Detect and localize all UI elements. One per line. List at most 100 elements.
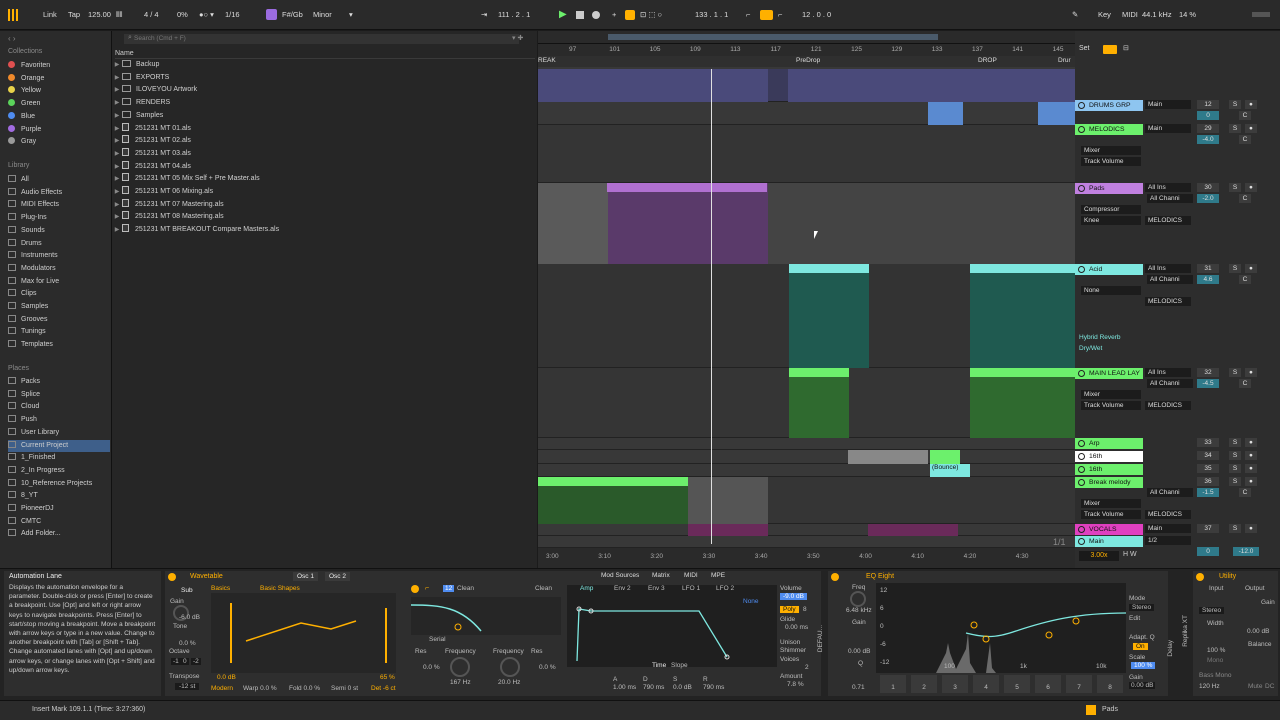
locator-ruler[interactable]: REAK PreDrop DROP Drur (538, 56, 1075, 67)
clip[interactable] (768, 183, 1075, 264)
automation-param-dropdown[interactable]: Knee (1081, 216, 1141, 225)
eq-band-button[interactable]: 3 (942, 675, 968, 693)
hw-toggle[interactable]: H W (1123, 551, 1137, 558)
scale-field[interactable]: Minor (313, 9, 332, 21)
filter-display[interactable] (410, 597, 561, 635)
eq-adaptq-button[interactable]: On (1133, 643, 1148, 650)
send-button[interactable]: C (1239, 379, 1251, 388)
input-type-dropdown[interactable]: Main (1145, 100, 1191, 109)
input-type-dropdown[interactable]: All Ins (1145, 368, 1191, 377)
octave-button[interactable]: -1 (171, 658, 181, 665)
expand-icon[interactable]: ▶ (112, 110, 122, 123)
arm-button[interactable]: ● (1245, 264, 1257, 273)
amount-value[interactable]: 7.8 % (787, 681, 804, 688)
sidebar-item-collection[interactable]: Gray (8, 136, 110, 148)
expand-icon[interactable]: ▶ (112, 84, 122, 97)
file-row[interactable]: ▶ 251231 MT 07 Mastering.als (112, 198, 537, 212)
sidebar-item-library[interactable]: Tunings (8, 326, 110, 338)
overdub-icon[interactable]: + (612, 9, 616, 21)
key-map-button[interactable]: Key (1098, 9, 1111, 21)
arm-button[interactable]: ● (1245, 524, 1257, 533)
unison-mode[interactable]: Shimmer (780, 647, 806, 654)
locator-label[interactable]: Drur (1058, 57, 1071, 64)
clip[interactable] (868, 524, 958, 536)
osc2-tab[interactable]: Osc 2 (325, 572, 350, 581)
utility-mute-button[interactable]: Mute (1248, 683, 1262, 690)
file-row[interactable]: ▶ Samples (112, 110, 537, 123)
sidebar-item-place[interactable]: 8_YT (8, 490, 110, 502)
clip[interactable] (928, 102, 963, 125)
track-header[interactable]: DRUMS GRP (1075, 100, 1143, 111)
sidebar-item-place[interactable]: 10_Reference Projects (8, 478, 110, 490)
clip[interactable] (1038, 102, 1075, 125)
octave-button[interactable]: 0 (181, 658, 189, 665)
eq-band-button[interactable]: 2 (911, 675, 937, 693)
input-type-dropdown[interactable]: All Ins (1145, 264, 1191, 273)
scale-mode-icon[interactable] (266, 9, 277, 20)
file-row[interactable]: ▶ 251231 MT 05 Mix Self + Pre Master.als (112, 173, 537, 186)
track-pan[interactable]: -12.0 (1233, 547, 1259, 556)
fold-value[interactable]: Fold 0.0 % (289, 685, 320, 692)
utility-stereo-dropdown[interactable]: Stereo (1199, 607, 1225, 614)
eq-q-value[interactable]: 0.71 (852, 684, 865, 691)
sidebar-item-collection[interactable]: Favoriten (8, 60, 110, 72)
track-volume[interactable]: -2.0 (1197, 194, 1219, 203)
expand-icon[interactable]: ▶ (112, 199, 122, 212)
automation-param-dropdown[interactable]: Track Volume (1081, 401, 1141, 410)
eq-outgain-value[interactable]: 0.00 dB (1129, 682, 1156, 689)
clip[interactable] (688, 477, 768, 524)
file-row[interactable]: ▶ ILOVEYOU Artwork (112, 84, 537, 97)
track-activator-icon[interactable] (1078, 440, 1085, 447)
track-activator-icon[interactable] (1078, 102, 1085, 109)
clip[interactable] (538, 183, 608, 264)
track-lane[interactable] (538, 183, 1075, 264)
clip[interactable] (930, 450, 960, 464)
track-lane[interactable] (538, 368, 1075, 438)
search-input[interactable]: Search (Cmd + F) (124, 34, 519, 44)
sidebar-item-collection[interactable]: Blue (8, 111, 110, 123)
voices-value[interactable]: 2 (805, 664, 809, 671)
locator-label[interactable]: DROP (978, 57, 997, 64)
play-button[interactable]: ▶ (559, 9, 567, 21)
lock-icon[interactable]: ⊟ (1123, 44, 1129, 52)
automation-device-dropdown[interactable]: Compressor (1081, 205, 1141, 214)
env-tab[interactable]: LFO 1 (682, 585, 700, 592)
scale-dropdown-icon[interactable]: ▾ (349, 9, 353, 21)
automation-device-dropdown[interactable]: Mixer (1081, 390, 1141, 399)
eq-scale-value[interactable]: 100 % (1131, 662, 1156, 669)
track-volume[interactable]: -4.0 (1197, 135, 1219, 144)
file-row[interactable]: ▶ EXPORTS (112, 72, 537, 85)
tone-value[interactable]: 0.0 % (179, 640, 196, 647)
expand-icon[interactable]: ▶ (112, 224, 122, 237)
automation-device-dropdown[interactable]: Mixer (1081, 499, 1141, 508)
time-ruler[interactable]: 3:00 3:10 3:20 3:30 3:40 3:50 4:00 4:10 4:20 4:30 (538, 548, 1075, 568)
sidebar-item-place[interactable]: Current Project (8, 439, 110, 452)
expand-icon[interactable]: ▶ (112, 97, 122, 110)
track-number[interactable]: 34 (1197, 451, 1219, 460)
input-type-dropdown[interactable]: 1/2 (1145, 536, 1191, 545)
track-lane[interactable] (538, 536, 1075, 548)
track-number[interactable]: 12 (1197, 100, 1219, 109)
eq-freq-value[interactable]: 6.48 kHz (846, 607, 872, 614)
sidebar-item-library[interactable]: Clips (8, 288, 110, 300)
send-button[interactable]: C (1239, 275, 1251, 284)
track-lane[interactable] (538, 464, 1075, 477)
file-row[interactable]: ▶ 251231 MT 02.als (112, 135, 537, 148)
utility-bass-mono[interactable]: Bass Mono (1199, 672, 1232, 679)
res1-value[interactable]: 0.0 % (423, 664, 440, 671)
freq1-value[interactable]: 167 Hz (450, 679, 471, 686)
file-row[interactable]: ▶ Backup (112, 59, 537, 72)
sidebar-item-place[interactable]: PioneerDJ (8, 503, 110, 515)
expand-icon[interactable]: ▶ (112, 135, 122, 148)
sidebar-item-library[interactable]: Sounds (8, 225, 110, 237)
input-channel-dropdown[interactable]: All Channi (1147, 194, 1193, 203)
pads-icon[interactable] (1086, 705, 1096, 715)
eq-freq-knob[interactable] (850, 591, 866, 607)
osc-gain-value[interactable]: 0.0 dB (217, 674, 236, 681)
adsr-value[interactable]: 1.00 ms (613, 684, 636, 691)
track-number[interactable]: 33 (1197, 438, 1219, 447)
track-number[interactable]: 32 (1197, 368, 1219, 377)
input-channel-dropdown[interactable]: All Channi (1147, 379, 1193, 388)
locator-label[interactable]: REAK (538, 57, 556, 64)
key-field[interactable]: F#/Gb (282, 9, 303, 21)
